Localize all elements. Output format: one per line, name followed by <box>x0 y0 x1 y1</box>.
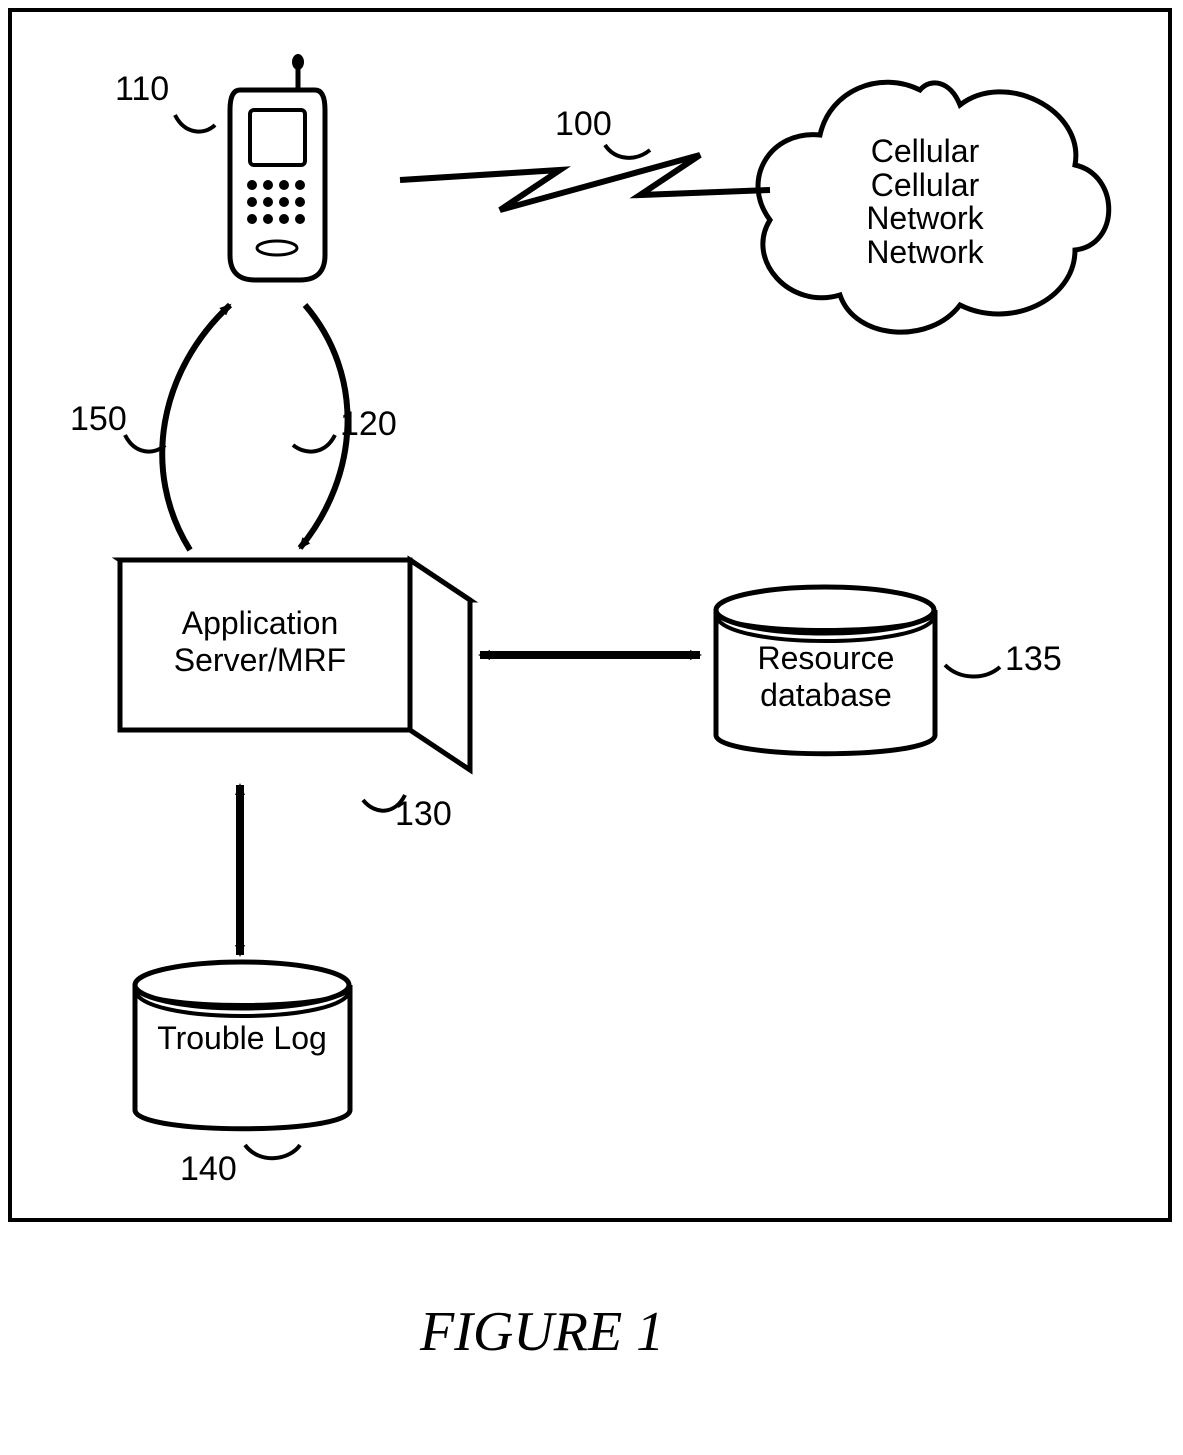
label-120: 120 <box>340 405 397 444</box>
resource-db-text: Resource database <box>726 640 926 714</box>
label-140: 140 <box>180 1150 237 1189</box>
label-150: 150 <box>70 400 127 439</box>
mobile-phone-icon <box>230 54 325 280</box>
label-110: 110 <box>115 70 169 109</box>
signal-bolt-icon <box>400 155 770 210</box>
label-135: 135 <box>1005 640 1062 679</box>
figure-caption: FIGURE 1 <box>420 1300 664 1364</box>
app-server-text: Application Server/MRF <box>130 605 390 679</box>
leader-150 <box>125 435 165 452</box>
label-100: 100 <box>555 105 612 144</box>
cloud-text: Cellular Cellular Network Network <box>815 135 1035 269</box>
arrow-150 <box>162 305 230 550</box>
leader-110 <box>175 115 215 132</box>
leader-100 <box>605 145 650 158</box>
diagram-canvas: 110 100 150 120 130 135 140 Application … <box>0 0 1183 1455</box>
label-130: 130 <box>395 795 452 834</box>
leader-140 <box>245 1145 300 1158</box>
leader-135 <box>945 665 1000 677</box>
leader-120 <box>293 435 335 452</box>
trouble-log-text: Trouble Log <box>142 1020 342 1057</box>
